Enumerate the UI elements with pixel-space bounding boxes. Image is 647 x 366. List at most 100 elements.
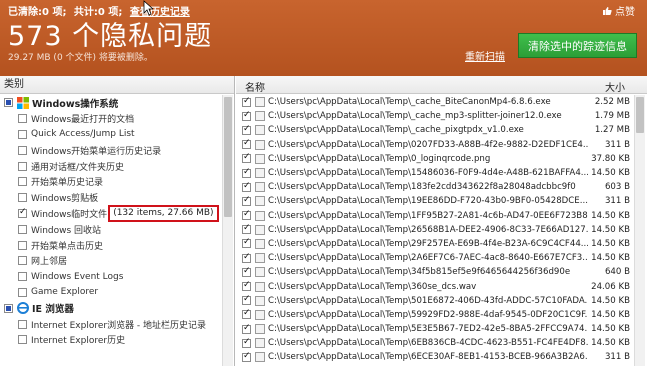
file-checkbox[interactable]: [242, 266, 251, 277]
category-item[interactable]: 网上邻居: [0, 253, 222, 269]
file-path: C:\Users\pc\AppData\Local\Temp\360se_dcs…: [268, 281, 477, 292]
category-checkbox[interactable]: [18, 272, 27, 282]
file-icon: [255, 295, 265, 306]
file-row[interactable]: C:\Users\pc\AppData\Local\Temp\0_loginqr…: [236, 152, 634, 166]
rescan-link[interactable]: 重新扫描: [465, 48, 505, 63]
file-checkbox[interactable]: [242, 152, 251, 164]
file-row[interactable]: C:\Users\pc\AppData\Local\Temp\0207FD33-…: [236, 138, 634, 152]
file-row[interactable]: C:\Users\pc\AppData\Local\Temp\_cache_mp…: [236, 109, 634, 123]
file-checkbox[interactable]: [242, 223, 251, 235]
file-checkbox[interactable]: [242, 323, 251, 334]
file-path: C:\Users\pc\AppData\Local\Temp\_cache_pi…: [268, 125, 524, 136]
category-scrollbar[interactable]: [222, 95, 233, 366]
category-checkbox[interactable]: [18, 335, 27, 345]
category-checkbox[interactable]: [18, 114, 27, 124]
file-scroll-thumb[interactable]: [636, 97, 644, 133]
category-item[interactable]: 通用对话框/文件夹历史: [0, 158, 222, 174]
file-row[interactable]: C:\Users\pc\AppData\Local\Temp\501E6872-…: [236, 294, 634, 308]
file-checkbox[interactable]: [242, 124, 251, 135]
file-checkbox[interactable]: [242, 237, 251, 249]
file-checkbox[interactable]: [242, 110, 251, 121]
column-name[interactable]: 名称: [245, 79, 265, 94]
file-row[interactable]: C:\Users\pc\AppData\Local\Temp\15486036-…: [236, 166, 634, 180]
file-checkbox[interactable]: [242, 209, 251, 221]
category-label: 网上邻居: [31, 257, 68, 268]
category-checkbox[interactable]: [18, 145, 27, 155]
category-scroll-thumb[interactable]: [224, 97, 232, 217]
category-checkbox[interactable]: [18, 256, 27, 266]
file-path: C:\Users\pc\AppData\Local\Temp\501E6872-…: [268, 295, 588, 306]
category-item[interactable]: 开始菜单点击历史: [0, 237, 222, 253]
file-row[interactable]: C:\Users\pc\AppData\Local\Temp\59929FD2-…: [236, 308, 634, 322]
file-checkbox[interactable]: [242, 181, 251, 192]
category-panel: 类别 Windows操作系统 Windows最近打开的文档 Quick Access…: [0, 76, 235, 366]
category-item[interactable]: Windows Event Logs: [0, 269, 222, 285]
file-checkbox[interactable]: [242, 252, 251, 263]
category-item[interactable]: Game Explorer: [0, 285, 222, 301]
file-row[interactable]: C:\Users\pc\AppData\Local\Temp\_cache_pi…: [236, 123, 634, 137]
category-checkbox[interactable]: [18, 319, 27, 329]
category-item[interactable]: 开始菜单历史记录: [0, 174, 222, 190]
category-checkbox[interactable]: [18, 129, 27, 139]
category-label: IE 浏览器: [32, 304, 74, 316]
file-icon: [255, 324, 265, 335]
file-icon: [255, 224, 265, 235]
file-checkbox[interactable]: [242, 337, 251, 348]
category-checkbox[interactable]: [18, 287, 27, 297]
category-checkbox[interactable]: [18, 161, 27, 171]
file-size: 24.06 KB: [591, 281, 630, 292]
file-checkbox[interactable]: [242, 96, 251, 107]
file-checkbox[interactable]: [242, 351, 251, 362]
category-checkbox[interactable]: [4, 303, 13, 313]
file-row[interactable]: C:\Users\pc\AppData\Local\Temp\26568B1A-…: [236, 223, 634, 237]
category-tree: Windows操作系统 Windows最近打开的文档 Quick Access/Ju…: [0, 95, 222, 366]
file-checkbox[interactable]: [242, 195, 251, 206]
file-checkbox[interactable]: [242, 280, 251, 292]
file-row[interactable]: C:\Users\pc\AppData\Local\Temp\6ECE30AF-…: [236, 350, 634, 364]
column-size[interactable]: 大小: [605, 79, 625, 94]
file-row[interactable]: C:\Users\pc\AppData\Local\Temp\2A6EF7C6-…: [236, 251, 634, 265]
like-button[interactable]: 点赞: [602, 3, 635, 18]
category-checkbox[interactable]: [18, 224, 27, 234]
category-label: Windows剪贴板: [31, 194, 99, 205]
category-checkbox[interactable]: [18, 207, 27, 218]
file-row[interactable]: C:\Users\pc\AppData\Local\Temp\34f5b815e…: [236, 265, 634, 279]
category-checkbox[interactable]: [18, 177, 27, 187]
file-row[interactable]: C:\Users\pc\AppData\Local\Temp\5E3E5B67-…: [236, 322, 634, 336]
file-row[interactable]: C:\Users\pc\AppData\Local\Temp\19EE86DD-…: [236, 194, 634, 208]
category-group[interactable]: Windows操作系统: [0, 95, 222, 111]
file-row[interactable]: C:\Users\pc\AppData\Local\Temp\360se_dcs…: [236, 279, 634, 293]
category-item[interactable]: Windows 回收站: [0, 221, 222, 237]
category-item[interactable]: Quick Access/Jump List: [0, 127, 222, 143]
category-item[interactable]: Windows剪贴板: [0, 190, 222, 206]
file-checkbox[interactable]: [242, 167, 251, 178]
file-checkbox[interactable]: [242, 308, 251, 320]
category-item[interactable]: Internet Explorer历史: [0, 332, 222, 348]
file-row[interactable]: C:\Users\pc\AppData\Local\Temp\183fe2cdd…: [236, 180, 634, 194]
category-item[interactable]: Internet Explorer浏览器 - 地址栏历史记录: [0, 316, 222, 332]
file-row[interactable]: C:\Users\pc\AppData\Local\Temp\29F257EA-…: [236, 237, 634, 251]
file-row[interactable]: C:\Users\pc\AppData\Local\Temp\_cache_Bi…: [236, 95, 634, 109]
category-item[interactable]: Windows最近打开的文档: [0, 111, 222, 127]
file-path: C:\Users\pc\AppData\Local\Temp\6ECE30AF-…: [268, 352, 588, 363]
windows-icon: [17, 96, 29, 109]
file-scrollbar[interactable]: [634, 95, 645, 366]
file-checkbox[interactable]: [242, 294, 251, 306]
file-row[interactable]: C:\Users\pc\AppData\Local\Temp\6EB836CB-…: [236, 336, 634, 350]
file-row[interactable]: C:\Users\pc\AppData\Local\Temp\1FF95B27-…: [236, 209, 634, 223]
file-path: C:\Users\pc\AppData\Local\Temp\19EE86DD-…: [268, 196, 588, 207]
category-item[interactable]: Windows开始菜单运行历史记录: [0, 142, 222, 158]
file-path: C:\Users\pc\AppData\Local\Temp\26568B1A-…: [268, 224, 588, 235]
clean-selected-button[interactable]: 清除选中的踪迹信息: [518, 33, 637, 58]
category-checkbox[interactable]: [18, 193, 27, 203]
category-checkbox[interactable]: [4, 98, 13, 108]
category-group[interactable]: IE 浏览器: [0, 300, 222, 316]
category-label: 通用对话框/文件夹历史: [31, 162, 125, 173]
file-size: 14.50 KB: [591, 295, 630, 306]
file-path: C:\Users\pc\AppData\Local\Temp\1FF95B27-…: [268, 210, 588, 221]
category-item[interactable]: Windows临时文件(132 items, 27.66 MB): [0, 204, 222, 222]
category-label: Windows临时文件: [31, 209, 108, 220]
file-checkbox[interactable]: [242, 138, 251, 150]
thumbs-up-icon: [603, 6, 612, 15]
category-checkbox[interactable]: [18, 240, 27, 250]
